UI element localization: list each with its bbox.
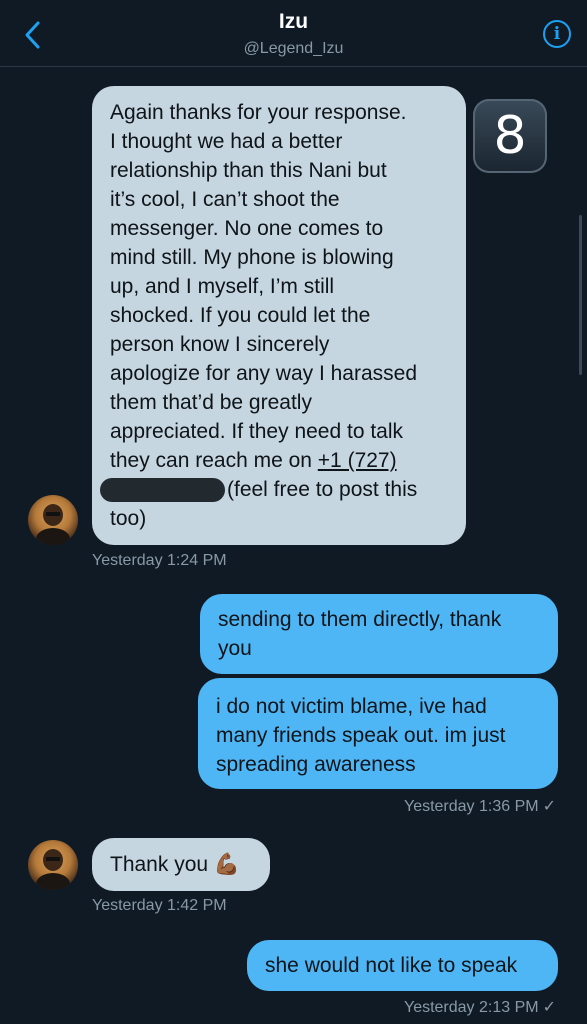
redaction-mark (100, 478, 225, 503)
message-text-line: person know I sincerely (110, 333, 330, 356)
message-text-line: they can reach me on +1 (727) (110, 446, 448, 475)
scrollbar-thumb[interactable] (579, 215, 582, 375)
message-text-line: relationship than this Nani but (110, 159, 387, 182)
flexed-biceps-emoji: 💪🏾 (213, 853, 241, 876)
info-icon: i (553, 24, 561, 44)
message-timestamp: Yesterday 1:36 PM ✓ (404, 796, 556, 816)
timestamp-text: Yesterday 2:13 PM (403, 999, 539, 1016)
outgoing-message-bubble[interactable]: sending to them directly, thank you (200, 594, 558, 674)
message-text-line: up, and I myself, I’m still (110, 275, 335, 298)
keycap-eight-icon: 8 (473, 99, 547, 173)
message-text-line: shocked. If you could let the (110, 304, 371, 327)
phone-number-link[interactable]: +1 (727) (318, 449, 397, 472)
message-text-line: spreading awareness (216, 753, 416, 776)
message-text-line: i do not victim blame, ive had (216, 695, 487, 718)
message-text-line: appreciated. If they need to talk (110, 420, 404, 443)
message-timestamp: Yesterday 2:13 PM ✓ (404, 997, 556, 1017)
message-text-line: them that’d be greatly (110, 391, 312, 414)
outgoing-message-bubble[interactable]: she would not like to speak (247, 940, 558, 991)
message-timestamp: Yesterday 1:24 PM (92, 552, 227, 569)
message-text-line: apologize for any way I harassed (110, 362, 418, 385)
message-text-line: messenger. No one comes to (110, 217, 384, 240)
read-receipt-icon: ✓ (542, 798, 556, 815)
incoming-message-bubble[interactable]: Thank you 💪🏾 (92, 838, 270, 891)
message-text-line: she would not like to speak (265, 954, 518, 977)
keycap-glyph: 8 (493, 106, 527, 166)
read-receipt-icon: ✓ (542, 999, 556, 1016)
message-text-line: (feel free to post this (227, 478, 418, 501)
outgoing-message-bubble[interactable]: i do not victim blame, ive had many frie… (198, 678, 558, 789)
message-text-line: too) (110, 507, 147, 530)
message-text-line: I thought we had a better (110, 130, 343, 153)
info-button[interactable]: i (543, 20, 571, 48)
timestamp-text: Yesterday 1:36 PM (403, 798, 539, 815)
contact-handle[interactable]: @Legend_Izu (0, 40, 587, 58)
conversation-header: Izu @Legend_Izu i (0, 0, 587, 67)
avatar[interactable] (28, 840, 78, 890)
contact-name[interactable]: Izu (0, 10, 587, 34)
message-text-line: many friends speak out. im just (216, 724, 506, 747)
message-timestamp: Yesterday 1:42 PM (92, 897, 227, 914)
message-text-line: Again thanks for your response. (110, 101, 407, 124)
message-text-line: sending to them directly, thank (218, 608, 502, 631)
message-text-line: Thank you 💪🏾 (110, 850, 252, 879)
incoming-message-bubble[interactable]: Again thanks for your response. I though… (92, 86, 466, 545)
message-text-line: mind still. My phone is blowing (110, 246, 394, 269)
message-text-line: Thank you (110, 853, 214, 876)
message-text-line: they can reach me on (110, 449, 318, 472)
avatar[interactable] (28, 495, 78, 545)
message-text-line: you (218, 637, 252, 660)
message-text-line: (feel free to post this (100, 475, 448, 504)
message-text-line: it’s cool, I can’t shoot the (110, 188, 340, 211)
